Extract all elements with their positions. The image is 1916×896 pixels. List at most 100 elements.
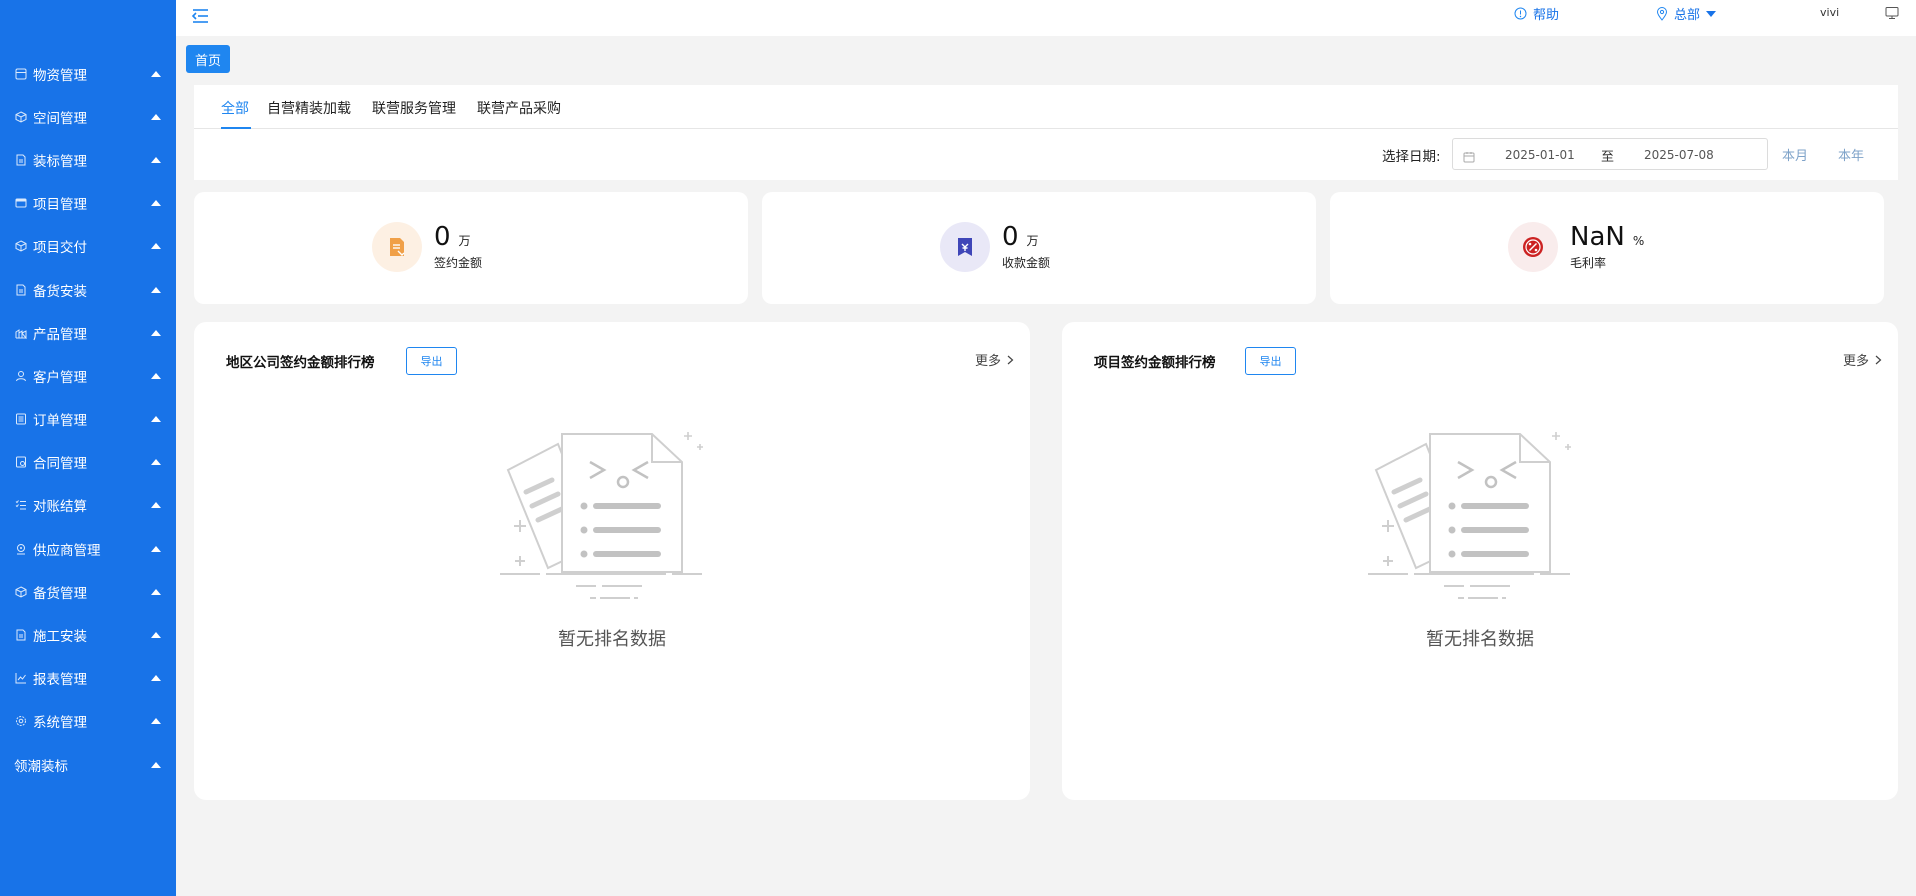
- gear-icon: [14, 714, 28, 728]
- date-range-picker[interactable]: 2025-01-01 至 2025-07-08: [1452, 138, 1768, 170]
- sidebar-item-label: 备货管理: [33, 585, 87, 602]
- sidebar-item-label: 施工安装: [33, 629, 87, 646]
- chevron-right-icon: [1007, 355, 1014, 364]
- contract-icon: [14, 455, 28, 469]
- caret-up-icon: [151, 459, 161, 466]
- more-label: 更多: [975, 354, 1002, 369]
- signed-amount-value: 0: [434, 221, 451, 252]
- tab-all[interactable]: 全部: [221, 98, 249, 118]
- doc-icon: [14, 153, 28, 167]
- region-ranking-title: 地区公司签约金额排行榜: [226, 355, 375, 371]
- caret-up-icon: [151, 718, 161, 725]
- caret-up-icon: [151, 156, 161, 163]
- sidebar-item-contracts[interactable]: 合同管理: [0, 441, 176, 484]
- cube-icon: [14, 239, 28, 253]
- signed-amount-label: 签约金额: [434, 255, 483, 270]
- this-year-button[interactable]: 本年: [1838, 145, 1864, 164]
- user-name[interactable]: vivi: [1820, 6, 1839, 19]
- sidebar: 物资管理 空间管理 装标管理 项目管理 项目交付 备货安装 产品管理 客户管理 …: [0, 0, 176, 896]
- sidebar-item-materials[interactable]: 物资管理: [0, 52, 176, 95]
- location-selector[interactable]: 总部: [1656, 4, 1717, 23]
- region-export-button[interactable]: 导出: [406, 347, 457, 375]
- sidebar-item-stock[interactable]: 备货管理: [0, 570, 176, 613]
- sidebar-item-space[interactable]: 空间管理: [0, 95, 176, 138]
- sidebar-item-project[interactable]: 项目管理: [0, 182, 176, 225]
- tab-self-fitout[interactable]: 自营精装加载: [267, 98, 351, 118]
- sidebar-item-construction[interactable]: 施工安装: [0, 613, 176, 656]
- sidebar-item-label: 对账结算: [33, 499, 87, 516]
- calendar-icon: [1463, 148, 1475, 167]
- empty-state-illustration: [498, 426, 728, 620]
- gross-margin-unit: %: [1632, 233, 1645, 248]
- sidebar-item-label: 供应商管理: [33, 542, 101, 559]
- sidebar-item-reports[interactable]: 报表管理: [0, 657, 176, 700]
- empty-state-text: 暂无排名数据: [1426, 629, 1534, 650]
- help-link[interactable]: 帮助: [1514, 4, 1559, 23]
- date-start-input[interactable]: 2025-01-01: [1505, 148, 1575, 162]
- empty-state-text: 暂无排名数据: [558, 629, 666, 650]
- region-more-link[interactable]: 更多: [975, 350, 1014, 369]
- chart-icon: [14, 671, 28, 685]
- stat-card-received: 0 万 收款金额: [762, 192, 1316, 304]
- card-icon: [14, 196, 28, 210]
- cube-icon: [14, 110, 28, 124]
- sidebar-menu: 物资管理 空间管理 装标管理 项目管理 项目交付 备货安装 产品管理 客户管理 …: [0, 52, 176, 786]
- tab-home[interactable]: 首页: [186, 45, 230, 73]
- project-export-button[interactable]: 导出: [1245, 347, 1296, 375]
- help-label: 帮助: [1533, 8, 1560, 23]
- sidebar-item-label: 报表管理: [33, 672, 87, 689]
- caret-up-icon: [151, 200, 161, 207]
- caret-up-icon: [151, 588, 161, 595]
- sidebar-item-customers[interactable]: 客户管理: [0, 354, 176, 397]
- date-end-input[interactable]: 2025-07-08: [1644, 148, 1714, 162]
- tab-joint-service[interactable]: 联营服务管理: [372, 98, 456, 118]
- sidebar-item-label: 客户管理: [33, 369, 87, 386]
- factory-icon: [14, 326, 28, 340]
- caret-up-icon: [151, 632, 161, 639]
- filter-panel: 全部 自营精装加载 联营服务管理 联营产品采购 选择日期: 2025-01-01…: [194, 85, 1898, 180]
- caret-up-icon: [151, 70, 161, 77]
- tab-joint-procurement[interactable]: 联营产品采购: [477, 98, 561, 118]
- sidebar-item-stock-install[interactable]: 备货安装: [0, 268, 176, 311]
- empty-state-illustration: [1366, 426, 1596, 620]
- sidebar-item-orders[interactable]: 订单管理: [0, 398, 176, 441]
- sidebar-item-label: 产品管理: [33, 326, 87, 343]
- project-ranking-title: 项目签约金额排行榜: [1094, 355, 1216, 371]
- sidebar-item-system[interactable]: 系统管理: [0, 700, 176, 743]
- caret-up-icon: [151, 329, 161, 336]
- gross-margin-label: 毛利率: [1570, 255, 1607, 270]
- sidebar-item-suppliers[interactable]: 供应商管理: [0, 527, 176, 570]
- list-icon: [14, 412, 28, 426]
- this-month-button[interactable]: 本月: [1782, 145, 1808, 164]
- sidebar-item-settlement[interactable]: 对账结算: [0, 484, 176, 527]
- signed-amount-unit: 万: [458, 233, 471, 248]
- payment-amount-icon: [940, 222, 990, 272]
- sidebar-item-label: 备货安装: [33, 283, 87, 300]
- caret-up-icon: [151, 416, 161, 423]
- sidebar-item-delivery[interactable]: 项目交付: [0, 225, 176, 268]
- sidebar-item-bid[interactable]: 装标管理: [0, 138, 176, 181]
- gross-margin-icon: [1508, 222, 1558, 272]
- sidebar-item-lingchao[interactable]: 领潮装标: [0, 743, 176, 786]
- sidebar-item-label: 空间管理: [33, 110, 87, 127]
- received-amount-unit: 万: [1026, 233, 1039, 248]
- caret-up-icon: [151, 113, 161, 120]
- sidebar-item-label: 领潮装标: [14, 758, 68, 775]
- received-amount-label: 收款金额: [1002, 255, 1051, 270]
- location-pin-icon: [1656, 6, 1668, 21]
- category-tabs: 全部 自营精装加载 联营服务管理 联营产品采购: [194, 85, 1898, 129]
- sidebar-item-products[interactable]: 产品管理: [0, 311, 176, 354]
- cube-icon: [14, 585, 28, 599]
- menu-fold-icon[interactable]: [190, 6, 212, 28]
- project-ranking-card: 项目签约金额排行榜 导出 更多 暂无排名数据: [1062, 322, 1898, 800]
- caret-up-icon: [151, 675, 161, 682]
- dropdown-arrow-icon: [1706, 10, 1717, 17]
- supplier-icon: [14, 542, 28, 556]
- sidebar-item-label: 项目管理: [33, 197, 87, 214]
- doc-icon: [14, 283, 28, 297]
- monitor-icon[interactable]: [1885, 5, 1899, 24]
- checklist-icon: [14, 498, 28, 512]
- project-more-link[interactable]: 更多: [1843, 350, 1882, 369]
- caret-up-icon: [151, 545, 161, 552]
- caret-up-icon: [151, 761, 161, 768]
